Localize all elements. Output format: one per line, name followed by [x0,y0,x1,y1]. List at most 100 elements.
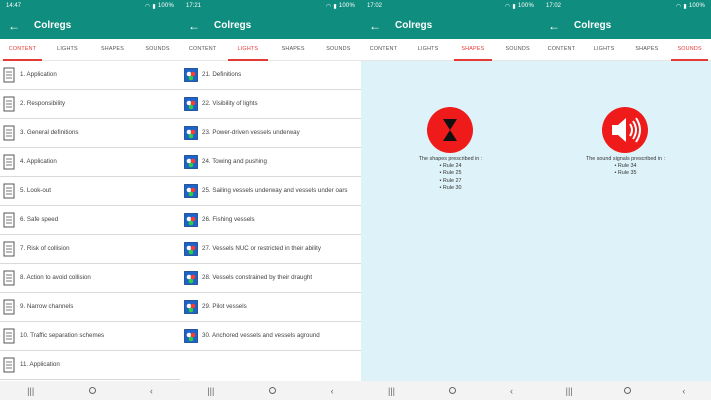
shapes-caption: The shapes prescribed in : • Rule 24 • R… [361,156,540,192]
document-icon [2,95,16,113]
tab-bar: CONTENT LIGHTS SHAPES SOUNDS [361,39,540,61]
list-item[interactable]: 25. Sailing vessels underway and vessels… [180,177,361,206]
tab-shapes[interactable]: SHAPES [626,39,669,60]
list-item[interactable]: 21. Definitions [180,61,361,90]
document-icon [2,66,16,84]
list-item[interactable]: 24. Towing and pushing [180,148,361,177]
list-item-label: 29. Pilot vessels [202,303,247,310]
status-bar: 17:02 ◠ ▮ 100% [540,0,711,12]
list-item[interactable]: 26. Fishing vessels [180,206,361,235]
list-item[interactable]: 30. Anchored vessels and vessels aground [180,322,361,351]
shapes-panel: The shapes prescribed in : • Rule 24 • R… [361,61,540,381]
document-icon [2,327,16,345]
list-item[interactable]: 4. Application [0,148,180,177]
navigation-lights-icon [184,126,198,140]
list-item[interactable]: 2. Responsibility [0,90,180,119]
status-icons: ◠ ▮ 100% [326,3,355,10]
list-item[interactable]: 29. Pilot vessels [180,293,361,322]
list-item[interactable]: 10. Traffic separation schemes [0,322,180,351]
list-item[interactable]: 8. Action to avoid collision [0,264,180,293]
back-arrow-icon[interactable]: ← [8,19,28,33]
wifi-icon: ◠ [325,3,332,10]
hourglass-shape-icon [427,107,473,153]
navigation-lights-icon [184,271,198,285]
list-item-label: 28. Vessels constrained by their draught [202,274,313,281]
list-item-label: 7. Risk of collision [20,245,70,252]
signal-icon: ▮ [512,3,516,10]
shapes-rule: • Rule 24 [439,163,462,170]
list-item[interactable]: 22. Visibility of lights [180,90,361,119]
back-arrow-icon[interactable]: ← [369,19,389,33]
list-item[interactable]: 28. Vessels constrained by their draught [180,264,361,293]
tab-sounds[interactable]: SOUNDS [135,39,180,60]
battery-level: 100% [338,3,355,9]
list-item[interactable]: 3. General definitions [0,119,180,148]
tab-sounds[interactable]: SOUNDS [668,39,711,61]
recents-button[interactable]: ||| [207,386,214,396]
tab-sounds[interactable]: SOUNDS [316,39,361,60]
app-title: Colregs [34,20,72,31]
tab-content[interactable]: CONTENT [0,39,45,61]
status-icons: ◠ ▮ 100% [676,3,705,10]
list-item[interactable]: 23. Power-driven vessels underway [180,119,361,148]
list-item[interactable]: 5. Look-out [0,177,180,206]
list-item-label: 21. Definitions [202,71,242,78]
system-back-button[interactable]: ‹ [331,386,334,396]
home-button[interactable] [88,387,96,394]
tab-sounds[interactable]: SOUNDS [495,39,540,60]
list-item-label: 30. Anchored vessels and vessels aground [202,332,320,339]
home-button[interactable] [624,387,631,394]
list-item-label: 4. Application [20,158,57,165]
system-back-button[interactable]: ‹ [510,386,513,396]
tab-shapes[interactable]: SHAPES [451,39,496,61]
tab-content[interactable]: CONTENT [180,39,225,60]
tab-content[interactable]: CONTENT [361,39,406,60]
list-item-label: 24. Towing and pushing [202,158,267,165]
home-button[interactable] [269,387,276,394]
tab-shapes[interactable]: SHAPES [271,39,316,60]
screenshot-collage: 14:47 ◠ ▮ 100% ← Colregs CONTENT LIGHTS … [0,0,711,400]
tab-lights[interactable]: LIGHTS [583,39,626,60]
list-item[interactable]: 6. Safe speed [0,206,180,235]
tab-shapes[interactable]: SHAPES [90,39,135,60]
rule-list: 1. Application 2. Responsibility 3. Genera… [0,61,180,380]
system-back-button[interactable]: ‹ [150,386,153,396]
tab-content[interactable]: CONTENT [540,39,583,60]
system-back-button[interactable]: ‹ [682,386,685,396]
app-title: Colregs [214,20,252,31]
app-title: Colregs [574,20,612,31]
list-item[interactable]: 11. Application [0,351,180,380]
list-item[interactable]: 1. Application [0,61,180,90]
app-bar: ← Colregs [540,12,711,39]
list-item[interactable]: 9. Narrow channels [0,293,180,322]
shapes-rule: • Rule 30 [439,184,462,191]
screen-content: 14:47 ◠ ▮ 100% ← Colregs CONTENT LIGHTS … [0,0,180,400]
tab-lights[interactable]: LIGHTS [406,39,451,60]
recents-button[interactable]: ||| [27,386,34,396]
app-title: Colregs [395,20,433,31]
screen-sounds: 17:02 ◠ ▮ 100% ← Colregs CONTENT LIGHTS … [540,0,711,400]
home-button[interactable] [448,387,456,394]
back-arrow-icon[interactable]: ← [548,19,568,33]
recents-button[interactable]: ||| [566,386,573,396]
list-item-label: 3. General definitions [20,129,79,136]
tab-lights[interactable]: LIGHTS [225,39,270,61]
document-icon [2,240,16,258]
sounds-caption-text: The sound signals prescribed in : [585,156,666,162]
shapes-rule: • Rule 25 [439,170,462,177]
document-icon [2,356,16,374]
navigation-lights-icon [184,184,198,198]
list-item-label: 6. Safe speed [20,216,59,223]
back-arrow-icon[interactable]: ← [188,19,208,33]
list-item-label: 11. Application [20,361,60,368]
list-item[interactable]: 27. Vessels NUC or restricted in their a… [180,235,361,264]
navigation-lights-icon [184,242,198,256]
system-nav-bar: ||| ‹ [540,381,711,400]
sounds-rule: • Rule 34 [614,163,637,170]
tab-lights[interactable]: LIGHTS [45,39,90,60]
recents-button[interactable]: ||| [388,386,395,396]
status-icons: ◠ ▮ 100% [505,3,534,10]
document-icon [2,269,16,287]
tab-bar: CONTENT LIGHTS SHAPES SOUNDS [180,39,361,61]
list-item[interactable]: 7. Risk of collision [0,235,180,264]
